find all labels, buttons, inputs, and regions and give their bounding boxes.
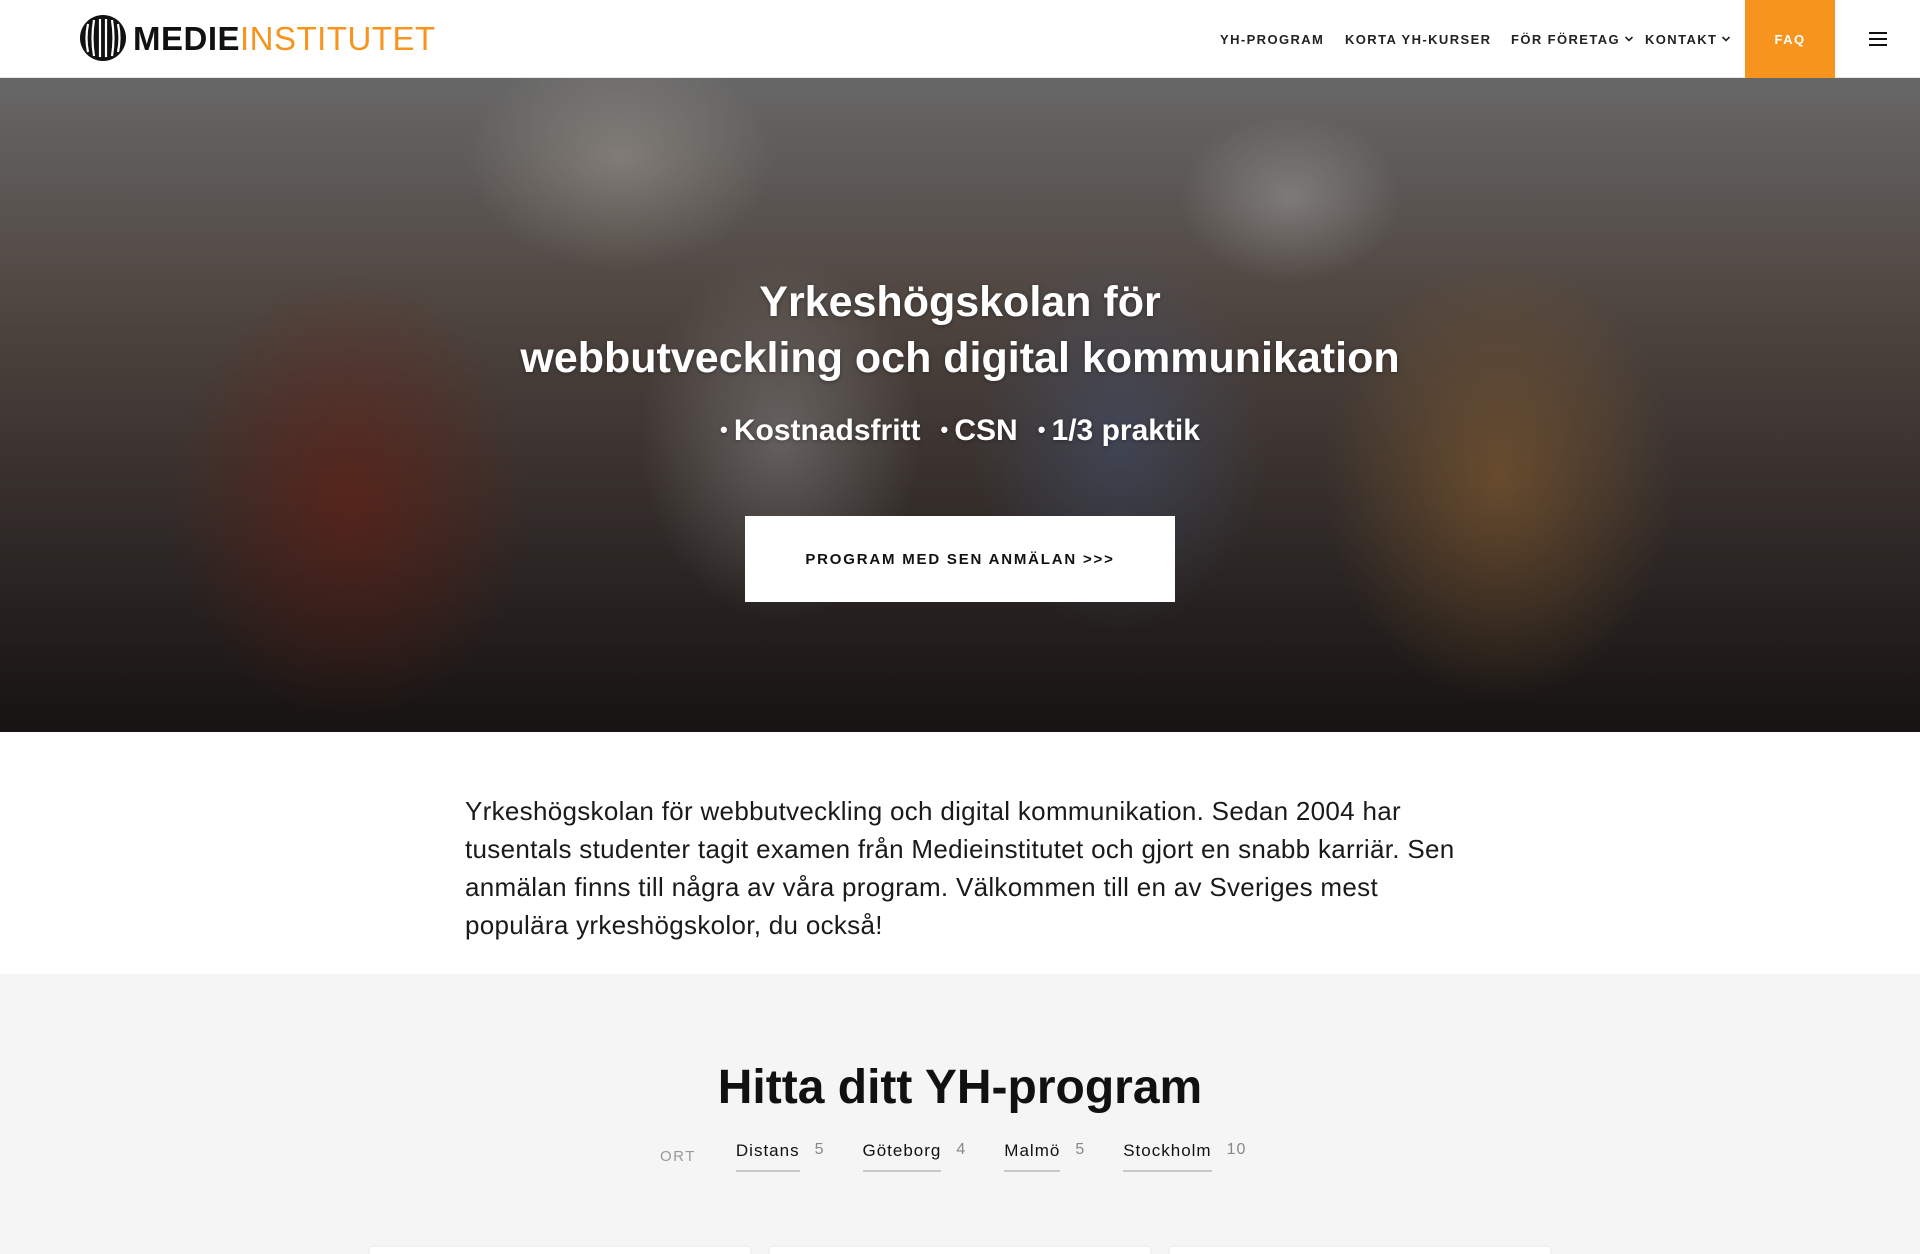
logo-text-part2: INSTITUTET xyxy=(240,19,436,57)
hamburger-icon xyxy=(1868,32,1887,46)
program-card[interactable] xyxy=(370,1247,750,1254)
nav-label: KONTAKT xyxy=(1645,31,1718,47)
chevron-down-icon xyxy=(1722,36,1731,42)
late-application-button[interactable]: PROGRAM MED SEN ANMÄLAN >>> xyxy=(745,516,1175,602)
filter-count: 10 xyxy=(1226,1141,1247,1158)
hero-banner: Yrkeshögskolan för webbutveckling och di… xyxy=(0,78,1920,732)
logo[interactable]: MEDIEINSTITUTET xyxy=(79,13,436,63)
hero-bullet: CSN xyxy=(941,414,1017,448)
filter-label: ORT xyxy=(660,1148,696,1165)
hero-bullet: Kostnadsfritt xyxy=(720,414,921,448)
filter-malmo[interactable]: Malmö 5 xyxy=(1004,1141,1085,1172)
find-program-section: Hitta ditt YH-program ORT Distans 5 Göte… xyxy=(0,974,1920,1254)
filter-stockholm[interactable]: Stockholm 10 xyxy=(1123,1141,1246,1172)
hero-content: Yrkeshögskolan för webbutveckling och di… xyxy=(0,78,1920,732)
nav-korta-yh-kurser[interactable]: KORTA YH-KURSER xyxy=(1345,32,1491,47)
filter-name: Göteborg xyxy=(862,1141,942,1172)
nav-label: FÖR FÖRETAG xyxy=(1511,31,1621,47)
filter-name: Distans xyxy=(735,1141,800,1172)
hero-bullet: 1/3 praktik xyxy=(1038,414,1200,448)
filter-name: Malmö xyxy=(1004,1141,1061,1172)
nav-label: KORTA YH-KURSER xyxy=(1345,31,1492,47)
nav-for-foretag[interactable]: FÖR FÖRETAG xyxy=(1511,32,1634,47)
menu-button[interactable] xyxy=(1835,0,1920,78)
hero-bullets: Kostnadsfritt CSN 1/3 praktik xyxy=(0,414,1920,448)
find-program-title: Hitta ditt YH-program xyxy=(717,1061,1203,1114)
chevron-down-icon xyxy=(1624,36,1634,42)
intro-text: Yrkeshögskolan för webbutveckling och di… xyxy=(465,796,1455,940)
filter-count: 5 xyxy=(1075,1141,1086,1158)
program-card[interactable] xyxy=(1170,1247,1550,1254)
late-application-label: PROGRAM MED SEN ANMÄLAN >>> xyxy=(805,550,1115,568)
hero-title-line1: Yrkeshögskolan för xyxy=(759,278,1161,326)
filter-goteborg[interactable]: Göteborg 4 xyxy=(862,1141,967,1172)
hero-title: Yrkeshögskolan för webbutveckling och di… xyxy=(0,274,1920,386)
filter-distans[interactable]: Distans 5 xyxy=(735,1141,825,1172)
logo-text: MEDIEINSTITUTET xyxy=(133,22,436,55)
logo-text-part1: MEDIE xyxy=(133,19,241,57)
site-header: MEDIEINSTITUTET YH-PROGRAM KORTA YH-KURS… xyxy=(0,0,1920,78)
filter-count: 5 xyxy=(814,1141,825,1158)
nav-yh-program[interactable]: YH-PROGRAM xyxy=(1220,32,1324,47)
logo-icon xyxy=(80,15,126,61)
program-cards xyxy=(370,1247,1550,1254)
intro-section: Yrkeshögskolan för webbutveckling och di… xyxy=(0,732,1920,974)
hero-title-line2: webbutveckling och digital kommunikation xyxy=(520,334,1400,382)
location-filters: ORT Distans 5 Göteborg 4 Malmö 5 Stockho… xyxy=(660,1141,1284,1172)
program-card[interactable] xyxy=(770,1247,1150,1254)
filter-count: 4 xyxy=(956,1141,967,1158)
faq-label: FAQ xyxy=(1774,31,1806,47)
nav-label: YH-PROGRAM xyxy=(1220,31,1325,47)
faq-button[interactable]: FAQ xyxy=(1745,0,1835,78)
filter-name: Stockholm xyxy=(1123,1141,1212,1172)
nav-kontakt[interactable]: KONTAKT xyxy=(1645,32,1731,47)
